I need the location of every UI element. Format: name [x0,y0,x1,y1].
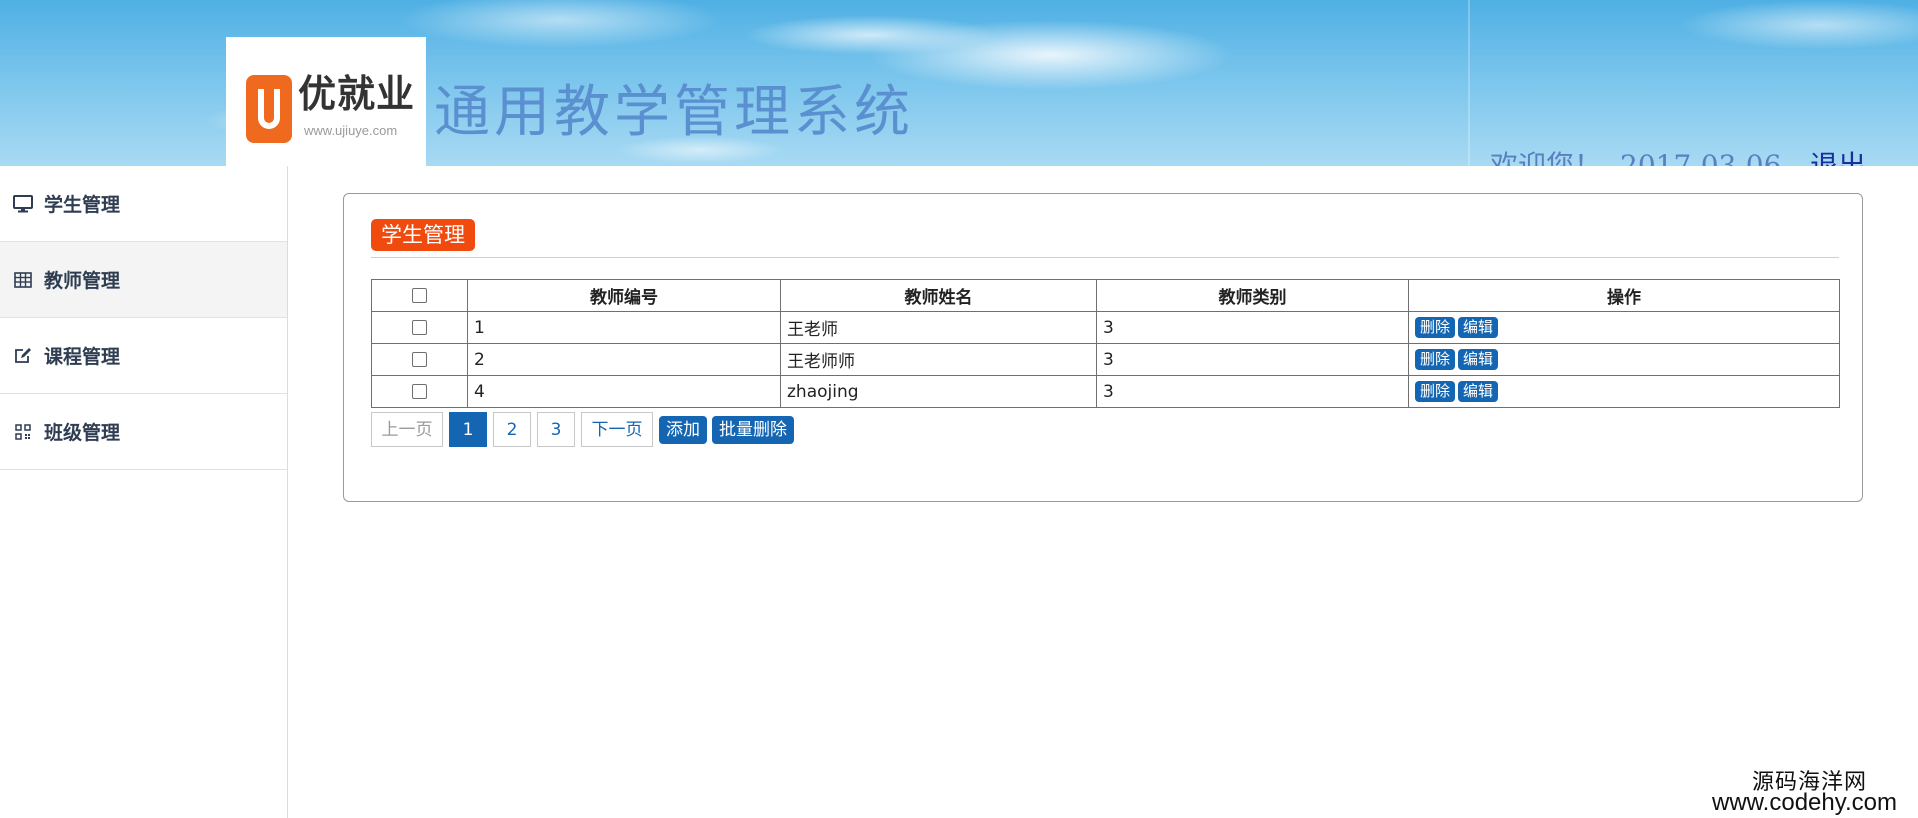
cell-teacher-id: 1 [467,311,781,344]
current-date: 2017-03-06 [1620,149,1782,166]
logo-mark-icon [246,75,292,143]
qrcode-icon [12,421,34,443]
table-row: 2 王老师师 3 删除 编辑 [371,343,1840,376]
add-button[interactable]: 添加 [659,415,707,444]
main-panel: 学生管理 教师编号 教师姓名 教师类别 操作 1 王老师 3 删除 编辑 2 王… [343,193,1863,502]
panel-title-tag: 学生管理 [371,219,475,251]
cell-actions: 删除 编辑 [1408,343,1840,376]
welcome-text: 欢迎您！ [1490,149,1603,166]
row-checkbox[interactable] [412,320,427,335]
cell-teacher-id: 2 [467,343,781,376]
pagination: 上一页 1 2 3 下一页 添加 批量删除 [371,412,799,447]
sidebar-item-label: 课程管理 [44,346,121,368]
column-header: 操作 [1408,279,1840,312]
row-checkbox[interactable] [412,384,427,399]
row-checkbox[interactable] [412,352,427,367]
edit-button[interactable]: 编辑 [1458,381,1499,402]
header-banner: 优就业 www.ujiuye.com 通用教学管理系统 欢迎您！ 2017-03… [0,0,1918,166]
cell-teacher-name: 王老师 [780,311,1097,344]
delete-button[interactable]: 删除 [1415,317,1456,338]
logo-url: www.ujiuye.com [304,123,398,138]
logout-link[interactable]: 退出 [1810,148,1866,166]
column-header[interactable]: 教师编号 [467,279,781,312]
delete-button[interactable]: 删除 [1415,381,1456,402]
edit-button[interactable]: 编辑 [1458,349,1499,370]
cell-teacher-name: zhaojing [780,375,1097,408]
teacher-table: 教师编号 教师姓名 教师类别 操作 1 王老师 3 删除 编辑 2 王老师师 3… [371,279,1840,408]
sidebar-item-label: 教师管理 [44,270,121,292]
page-button-2[interactable]: 2 [493,412,531,447]
table-icon [12,269,34,291]
page-button-1[interactable]: 1 [449,412,487,447]
sidebar-item-teachers[interactable]: 教师管理 [0,242,287,318]
monitor-icon [12,193,34,215]
sidebar-item-label: 学生管理 [44,194,121,216]
edit-button[interactable]: 编辑 [1458,317,1499,338]
page: 优就业 www.ujiuye.com 通用教学管理系统 欢迎您！ 2017-03… [0,0,1918,818]
divider [371,257,1839,258]
table-row: 1 王老师 3 删除 编辑 [371,311,1840,344]
select-all-cell [371,279,468,312]
next-page-button[interactable]: 下一页 [581,412,653,447]
sidebar-item-courses[interactable]: 课程管理 [0,318,287,394]
sidebar: 学生管理 教师管理 课程管理 班级管理 [0,166,288,818]
page-button-3[interactable]: 3 [537,412,575,447]
cell-teacher-type: 3 [1096,311,1409,344]
cell-actions: 删除 编辑 [1408,311,1840,344]
table-row: 4 zhaojing 3 删除 编辑 [371,375,1840,408]
column-header[interactable]: 教师类别 [1096,279,1409,312]
sidebar-item-label: 班级管理 [44,422,121,444]
sidebar-item-students[interactable]: 学生管理 [0,166,287,242]
sidebar-item-classes[interactable]: 班级管理 [0,394,287,470]
cell-teacher-type: 3 [1096,343,1409,376]
cell-teacher-name: 王老师师 [780,343,1097,376]
logo-text: 优就业 [298,72,416,116]
cell-teacher-id: 4 [467,375,781,408]
select-all-checkbox[interactable] [412,288,427,303]
site-title: 通用教学管理系统 [434,80,914,145]
logo: 优就业 www.ujiuye.com [226,37,426,166]
cell-teacher-type: 3 [1096,375,1409,408]
table-header-row: 教师编号 教师姓名 教师类别 操作 [371,279,1840,312]
cell-actions: 删除 编辑 [1408,375,1840,408]
prev-page-button[interactable]: 上一页 [371,412,443,447]
watermark-url: www.codehy.com [1712,789,1897,816]
batch-delete-button[interactable]: 批量删除 [712,415,794,444]
column-header[interactable]: 教师姓名 [780,279,1097,312]
edit-icon [12,345,34,367]
delete-button[interactable]: 删除 [1415,349,1456,370]
